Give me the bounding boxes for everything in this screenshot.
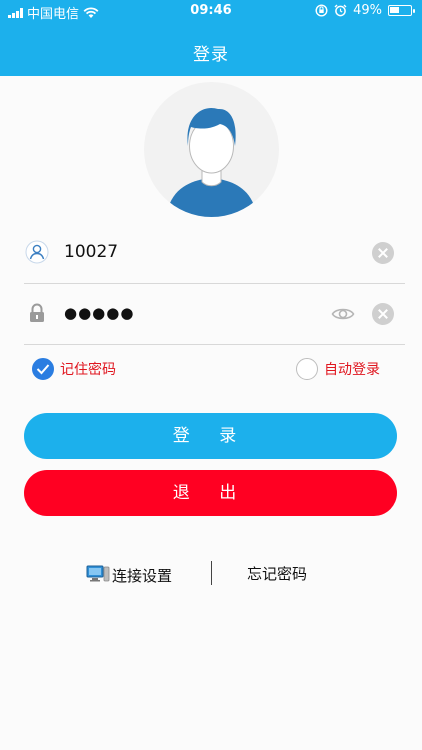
divider [211,561,212,585]
checkmark-icon[interactable] [32,358,54,380]
auto-login-label[interactable]: 自动登录 [324,359,380,379]
bottom-links: 连接设置 忘记密码 [0,561,422,585]
remember-password-checkbox[interactable]: 记住密码 [32,358,116,380]
username-field[interactable]: 10027 [24,222,405,284]
header: 中国电信 09:46 49% 登录 [0,0,422,76]
alarm-icon [334,4,347,17]
clear-icon[interactable] [372,303,394,325]
exit-button[interactable]: 退 出 [24,470,397,516]
status-bar: 中国电信 09:46 49% [0,0,422,22]
clear-icon[interactable] [372,242,394,264]
checkbox-circle[interactable] [296,358,318,380]
lock-icon [24,300,50,326]
computer-icon [86,563,110,587]
auto-login-checkbox[interactable]: 自动登录 [296,358,380,380]
username-input[interactable]: 10027 [64,242,118,262]
forgot-password-link[interactable]: 忘记密码 [247,563,307,584]
password-field[interactable]: ●●●●● [24,283,405,345]
options-row: 记住密码 自动登录 [0,358,422,384]
password-input[interactable]: ●●●●● [64,304,134,322]
eye-icon[interactable] [331,303,355,325]
page-title: 登录 [193,45,229,65]
orientation-lock-icon [315,4,328,17]
connection-settings-label[interactable]: 连接设置 [112,565,172,586]
user-icon [24,239,50,265]
connection-settings-link[interactable]: 连接设置 [86,563,172,587]
battery-percent: 49% [353,3,382,18]
login-button[interactable]: 登 录 [24,413,397,459]
avatar [144,82,279,217]
remember-password-label[interactable]: 记住密码 [60,359,116,379]
battery-icon [388,5,415,16]
